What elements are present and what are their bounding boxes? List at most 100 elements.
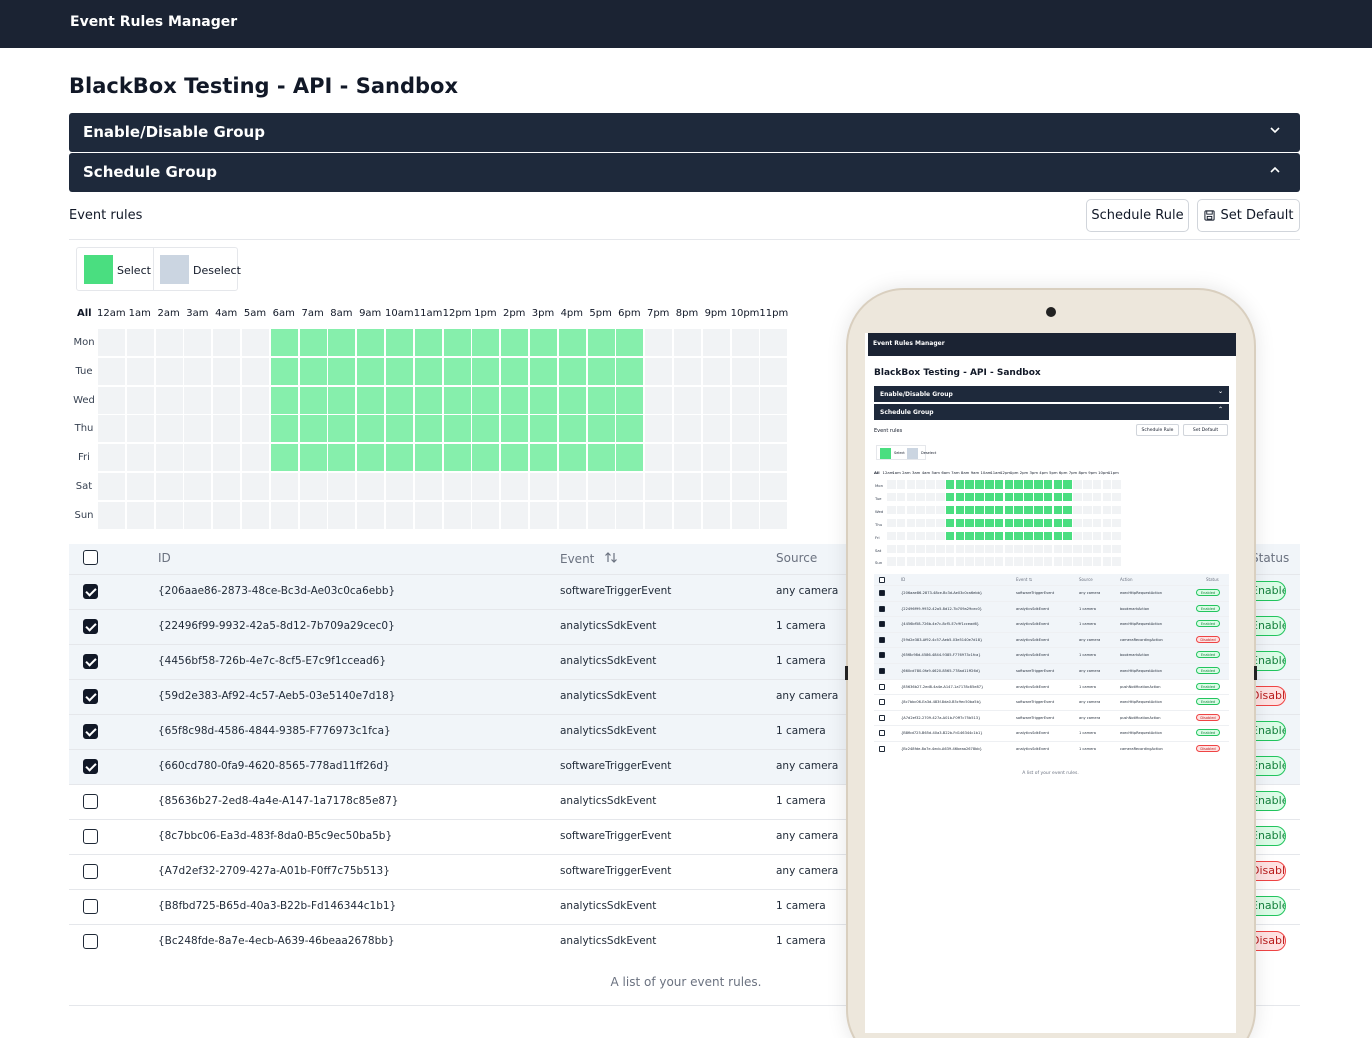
schedule-cell[interactable] [558, 329, 586, 356]
schedule-cell[interactable] [98, 501, 125, 529]
row-checkbox[interactable] [83, 829, 98, 844]
accordion-enable-disable-group[interactable]: Enable/Disable Group [69, 113, 1300, 152]
schedule-cell[interactable] [299, 329, 327, 356]
hour-label[interactable]: 8am [327, 308, 355, 319]
schedule-cell[interactable] [357, 357, 385, 385]
set-default-button[interactable]: Set Default [1197, 199, 1300, 232]
hour-label[interactable]: 8pm [673, 308, 701, 319]
app-title[interactable]: Event Rules Manager [70, 14, 237, 30]
schedule-cell[interactable] [760, 329, 788, 356]
schedule-cell[interactable] [155, 415, 183, 443]
hour-label[interactable]: 10pm [731, 308, 760, 319]
hour-label[interactable]: 2pm [500, 308, 528, 319]
schedule-cell[interactable] [242, 357, 269, 385]
schedule-cell[interactable] [702, 386, 730, 414]
day-label[interactable]: Thu [72, 423, 96, 434]
schedule-cell[interactable] [155, 473, 183, 500]
schedule-cell[interactable] [357, 386, 385, 414]
hour-label[interactable]: 3am [183, 308, 211, 319]
schedule-cell[interactable] [530, 501, 557, 529]
day-label[interactable]: Mon [72, 337, 96, 348]
schedule-cell[interactable] [386, 329, 413, 356]
schedule-cell[interactable] [645, 501, 673, 529]
schedule-cell[interactable] [587, 444, 615, 472]
schedule-cell[interactable] [530, 386, 557, 414]
schedule-cell[interactable] [155, 444, 183, 472]
hour-label[interactable]: 9pm [702, 308, 730, 319]
schedule-cell[interactable] [242, 329, 269, 356]
schedule-cell[interactable] [645, 473, 673, 500]
schedule-cell[interactable] [414, 357, 442, 385]
schedule-cell[interactable] [270, 386, 298, 414]
schedule-cell[interactable] [414, 444, 442, 472]
schedule-cell[interactable] [530, 357, 557, 385]
row-checkbox[interactable] [83, 759, 98, 774]
schedule-cell[interactable] [558, 357, 586, 385]
schedule-cell[interactable] [443, 444, 471, 472]
schedule-cell[interactable] [674, 357, 701, 385]
schedule-cell[interactable] [616, 357, 644, 385]
schedule-cell[interactable] [98, 415, 125, 443]
schedule-cell[interactable] [731, 386, 759, 414]
schedule-cell[interactable] [242, 501, 269, 529]
day-label[interactable]: Fri [72, 452, 96, 463]
row-checkbox[interactable] [83, 724, 98, 739]
schedule-cell[interactable] [270, 501, 298, 529]
schedule-cell[interactable] [126, 329, 154, 356]
schedule-cell[interactable] [616, 444, 644, 472]
schedule-cell[interactable] [270, 415, 298, 443]
hour-label[interactable]: 6pm [615, 308, 643, 319]
schedule-cell[interactable] [472, 415, 500, 443]
schedule-cell[interactable] [270, 329, 298, 356]
schedule-cell[interactable] [299, 444, 327, 472]
schedule-cell[interactable] [299, 386, 327, 414]
schedule-cell[interactable] [357, 473, 385, 500]
schedule-cell[interactable] [328, 501, 356, 529]
schedule-cell[interactable] [184, 473, 212, 500]
schedule-cell[interactable] [616, 386, 644, 414]
hour-label[interactable]: 11pm [759, 308, 788, 319]
hour-label[interactable]: 6am [270, 308, 298, 319]
row-checkbox[interactable] [83, 584, 98, 599]
schedule-cell[interactable] [155, 386, 183, 414]
schedule-cell[interactable] [674, 386, 701, 414]
schedule-cell[interactable] [616, 329, 644, 356]
schedule-cell[interactable] [184, 501, 212, 529]
schedule-cell[interactable] [357, 444, 385, 472]
accordion-schedule-group[interactable]: Schedule Group [69, 153, 1300, 192]
schedule-cell[interactable] [731, 473, 759, 500]
deselect-swatch[interactable] [160, 255, 189, 284]
schedule-cell[interactable] [760, 386, 788, 414]
schedule-cell[interactable] [530, 329, 557, 356]
schedule-cell[interactable] [674, 329, 701, 356]
schedule-cell[interactable] [357, 329, 385, 356]
schedule-cell[interactable] [184, 357, 212, 385]
schedule-cell[interactable] [126, 415, 154, 443]
schedule-cell[interactable] [702, 444, 730, 472]
schedule-cell[interactable] [501, 501, 529, 529]
schedule-cell[interactable] [501, 386, 529, 414]
row-checkbox[interactable] [83, 619, 98, 634]
schedule-cell[interactable] [155, 357, 183, 385]
schedule-cell[interactable] [731, 329, 759, 356]
schedule-cell[interactable] [299, 501, 327, 529]
schedule-cell[interactable] [760, 444, 788, 472]
hour-label[interactable]: 2am [155, 308, 183, 319]
schedule-cell[interactable] [760, 357, 788, 385]
schedule-cell[interactable] [386, 357, 413, 385]
select-all-toggle[interactable]: All [77, 308, 92, 319]
schedule-cell[interactable] [645, 386, 673, 414]
schedule-cell[interactable] [242, 415, 269, 443]
schedule-cell[interactable] [184, 444, 212, 472]
schedule-cell[interactable] [242, 386, 269, 414]
hour-label[interactable]: 7pm [644, 308, 672, 319]
day-label[interactable]: Sat [72, 481, 96, 492]
schedule-cell[interactable] [184, 415, 212, 443]
schedule-cell[interactable] [702, 473, 730, 500]
schedule-cell[interactable] [645, 357, 673, 385]
schedule-cell[interactable] [587, 386, 615, 414]
schedule-cell[interactable] [242, 444, 269, 472]
schedule-cell[interactable] [731, 357, 759, 385]
schedule-cell[interactable] [414, 473, 442, 500]
schedule-cell[interactable] [472, 329, 500, 356]
